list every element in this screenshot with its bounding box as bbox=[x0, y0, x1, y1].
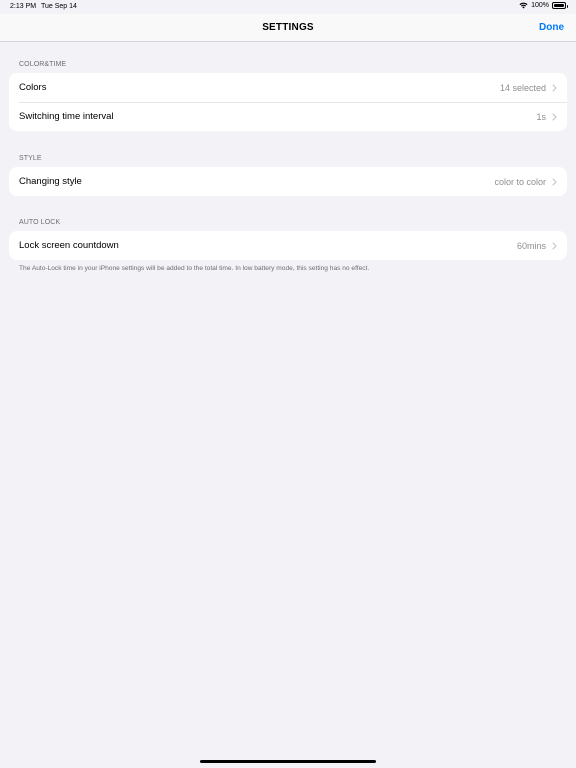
status-bar: 2:13 PM Tue Sep 14 100% bbox=[0, 0, 576, 14]
color-time-group: Colors 14 selected Switching time interv… bbox=[9, 73, 567, 131]
status-time: 2:13 PM bbox=[10, 3, 37, 10]
auto-lock-group: Lock screen countdown 60mins bbox=[9, 231, 567, 260]
settings-screen: 2:13 PM Tue Sep 14 100% SETTINGS Done CO… bbox=[0, 0, 576, 768]
navigation-bar: SETTINGS Done bbox=[0, 14, 576, 42]
colors-row[interactable]: Colors 14 selected bbox=[9, 73, 567, 102]
row-label: Switching time interval bbox=[19, 111, 114, 122]
page-title: SETTINGS bbox=[262, 22, 314, 33]
chevron-right-icon bbox=[552, 112, 557, 121]
style-group: Changing style color to color bbox=[9, 167, 567, 196]
row-value: 1s bbox=[536, 111, 546, 122]
section-header-auto-lock: AUTO LOCK bbox=[19, 219, 61, 226]
row-label: Colors bbox=[19, 82, 47, 93]
wifi-icon bbox=[519, 2, 528, 9]
auto-lock-footer-note: The Auto-Lock time in your iPhone settin… bbox=[19, 265, 370, 272]
switching-time-interval-row[interactable]: Switching time interval 1s bbox=[9, 102, 567, 131]
chevron-right-icon bbox=[552, 83, 557, 92]
battery-percentage: 100% bbox=[531, 2, 549, 9]
done-button[interactable]: Done bbox=[539, 22, 564, 33]
battery-icon bbox=[552, 2, 568, 9]
section-header-color-time: COLOR&TIME bbox=[19, 61, 67, 68]
chevron-right-icon bbox=[552, 241, 557, 250]
chevron-right-icon bbox=[552, 177, 557, 186]
status-indicators: 100% bbox=[519, 2, 568, 9]
changing-style-row[interactable]: Changing style color to color bbox=[9, 167, 567, 196]
row-value: 14 selected bbox=[499, 82, 546, 93]
row-label: Lock screen countdown bbox=[19, 240, 119, 251]
row-label: Changing style bbox=[19, 176, 82, 187]
home-indicator[interactable] bbox=[200, 760, 376, 763]
row-value: color to color bbox=[494, 176, 546, 187]
row-value: 60mins bbox=[516, 240, 546, 251]
status-date: Tue Sep 14 bbox=[41, 3, 77, 10]
section-header-style: STYLE bbox=[19, 155, 42, 162]
lock-screen-countdown-row[interactable]: Lock screen countdown 60mins bbox=[9, 231, 567, 260]
